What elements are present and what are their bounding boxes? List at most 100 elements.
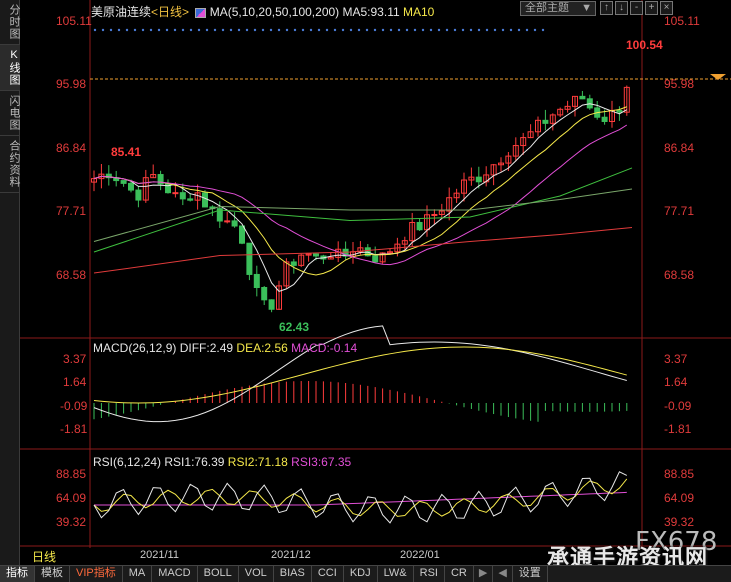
signal-dot (501, 28, 505, 32)
candle-down (416, 221, 423, 231)
low-price-label: 62.43 (279, 320, 310, 334)
rsi-axis-left-1: 88.85 (56, 467, 87, 481)
signal-dot (405, 28, 409, 32)
side-tab-contract[interactable]: 合约资料 (0, 136, 20, 193)
side-tab-kline[interactable]: K线图 (0, 45, 20, 91)
price-axis-left-1: 105.11 (56, 14, 92, 28)
theme-select[interactable]: 全部主题 ▼ (520, 1, 596, 16)
signal-dot (509, 28, 513, 32)
left-high-price-label: 85.41 (111, 145, 142, 159)
signal-dot (109, 28, 113, 32)
signal-dot (301, 28, 305, 32)
signal-dot (533, 28, 537, 32)
rsi3-line (94, 491, 627, 506)
tab-lw[interactable]: LW& (378, 566, 414, 582)
zoom-in-button[interactable]: + (645, 1, 658, 15)
next-arrow-icon[interactable]: ▶ (474, 566, 494, 582)
signal-dot (237, 28, 241, 32)
candle-up (224, 220, 231, 223)
candle-down (601, 116, 608, 122)
signal-dot (541, 28, 545, 32)
ma5-value: MA5:93.11 (342, 5, 400, 19)
macd-axis-left-3: -0.09 (60, 399, 88, 413)
macd-axis-right-2: 1.64 (664, 375, 688, 389)
scroll-up-button[interactable]: ↑ (600, 1, 613, 15)
prev-arrow-icon[interactable]: ◀ (493, 566, 513, 582)
ma100-line (93, 188, 633, 243)
macd-macd-value: MACD:-0.14 (291, 341, 358, 355)
theme-select-value: 全部主题 (525, 2, 569, 14)
signal-dot (309, 28, 313, 32)
signal-dot (461, 28, 465, 32)
price-axis-left-2: 95.98 (56, 77, 87, 91)
price-axis-right-3: 86.84 (664, 141, 695, 155)
ma-settings-icon[interactable] (195, 7, 207, 18)
signal-dot (517, 28, 521, 32)
tab-kdj[interactable]: KDJ (344, 566, 378, 582)
tab-boll[interactable]: BOLL (198, 566, 239, 582)
macd-axis-left-1: 3.37 (63, 352, 87, 366)
macd-header: MACD(26,12,9) DIFF:2.49 DEA:2.56 MACD:-0… (93, 341, 357, 355)
signal-dot (381, 28, 385, 32)
signal-dot (213, 28, 217, 32)
chart-area[interactable]: 美原油连续<日线> MA(5,10,20,50,100,200) MA5:93.… (20, 0, 731, 571)
tab-rsi[interactable]: RSI (414, 566, 445, 582)
signal-dot (149, 28, 153, 32)
tab-template[interactable]: 模板 (35, 566, 70, 582)
scroll-down-button[interactable]: ↓ (615, 1, 628, 15)
indicator-tab-bar: 指标 模板 VIP指标 MA MACD BOLL VOL BIAS CCI KD… (0, 565, 731, 582)
signal-dot (349, 28, 353, 32)
tab-cr[interactable]: CR (445, 566, 474, 582)
zoom-out-button[interactable]: - (630, 1, 643, 15)
macd-axis-right-3: -0.09 (664, 399, 692, 413)
macd-axis-left-2: 1.64 (63, 375, 87, 389)
tab-indicator[interactable]: 指标 (0, 566, 35, 582)
candle-down (253, 273, 260, 289)
instrument-name: 美原油连续 (91, 5, 152, 19)
signal-dot (229, 28, 233, 32)
macd-axis-right-1: 3.37 (664, 352, 688, 366)
close-button[interactable]: × (660, 1, 673, 15)
candle-down (202, 192, 208, 208)
tab-vip-indicator[interactable]: VIP指标 (70, 566, 123, 582)
side-tab-bar: 分时图 K线图 闪电图 合约资料 (0, 0, 20, 565)
candle-down (246, 242, 253, 275)
signal-dot (165, 28, 169, 32)
signal-dot (269, 28, 273, 32)
signal-dot (413, 28, 417, 32)
signal-dot (397, 28, 401, 32)
rsi-header: RSI(6,12,24) RSI1:76.39 RSI2:71.18 RSI3:… (93, 455, 351, 469)
candle-down (372, 255, 379, 263)
period-label[interactable]: 日线 (32, 548, 56, 565)
signal-dot (277, 28, 281, 32)
kline-chart-canvas[interactable] (20, 0, 731, 565)
price-axis-left-5: 68.58 (56, 268, 87, 282)
tab-settings[interactable]: 设置 (513, 566, 548, 582)
tab-macd[interactable]: MACD (152, 566, 198, 582)
signal-dot (485, 28, 489, 32)
chart-header: 美原油连续<日线> MA(5,10,20,50,100,200) MA5:93.… (91, 3, 434, 20)
candle-down (128, 182, 134, 191)
rsi-axis-right-1: 88.85 (664, 467, 695, 481)
macd-axis-right-4: -1.81 (664, 422, 692, 436)
candle-down (187, 198, 194, 201)
candle-down (579, 95, 586, 100)
tab-cci[interactable]: CCI (312, 566, 344, 582)
signal-dot (365, 28, 369, 32)
rsi-axis-left-2: 64.09 (56, 491, 87, 505)
signal-dot (421, 28, 425, 32)
tab-vol[interactable]: VOL (239, 566, 274, 582)
side-tab-timeshare[interactable]: 分时图 (0, 0, 20, 45)
candle-down (616, 109, 623, 113)
signal-dot (253, 28, 257, 32)
tab-ma[interactable]: MA (123, 566, 153, 582)
side-tab-flash[interactable]: 闪电图 (0, 91, 20, 136)
signal-dot (205, 28, 209, 32)
signal-dot (157, 28, 161, 32)
signal-dot (373, 28, 377, 32)
signal-dot (477, 28, 481, 32)
signal-dot (341, 28, 345, 32)
signal-dot (317, 28, 321, 32)
signal-dot (261, 28, 265, 32)
tab-bias[interactable]: BIAS (274, 566, 312, 582)
